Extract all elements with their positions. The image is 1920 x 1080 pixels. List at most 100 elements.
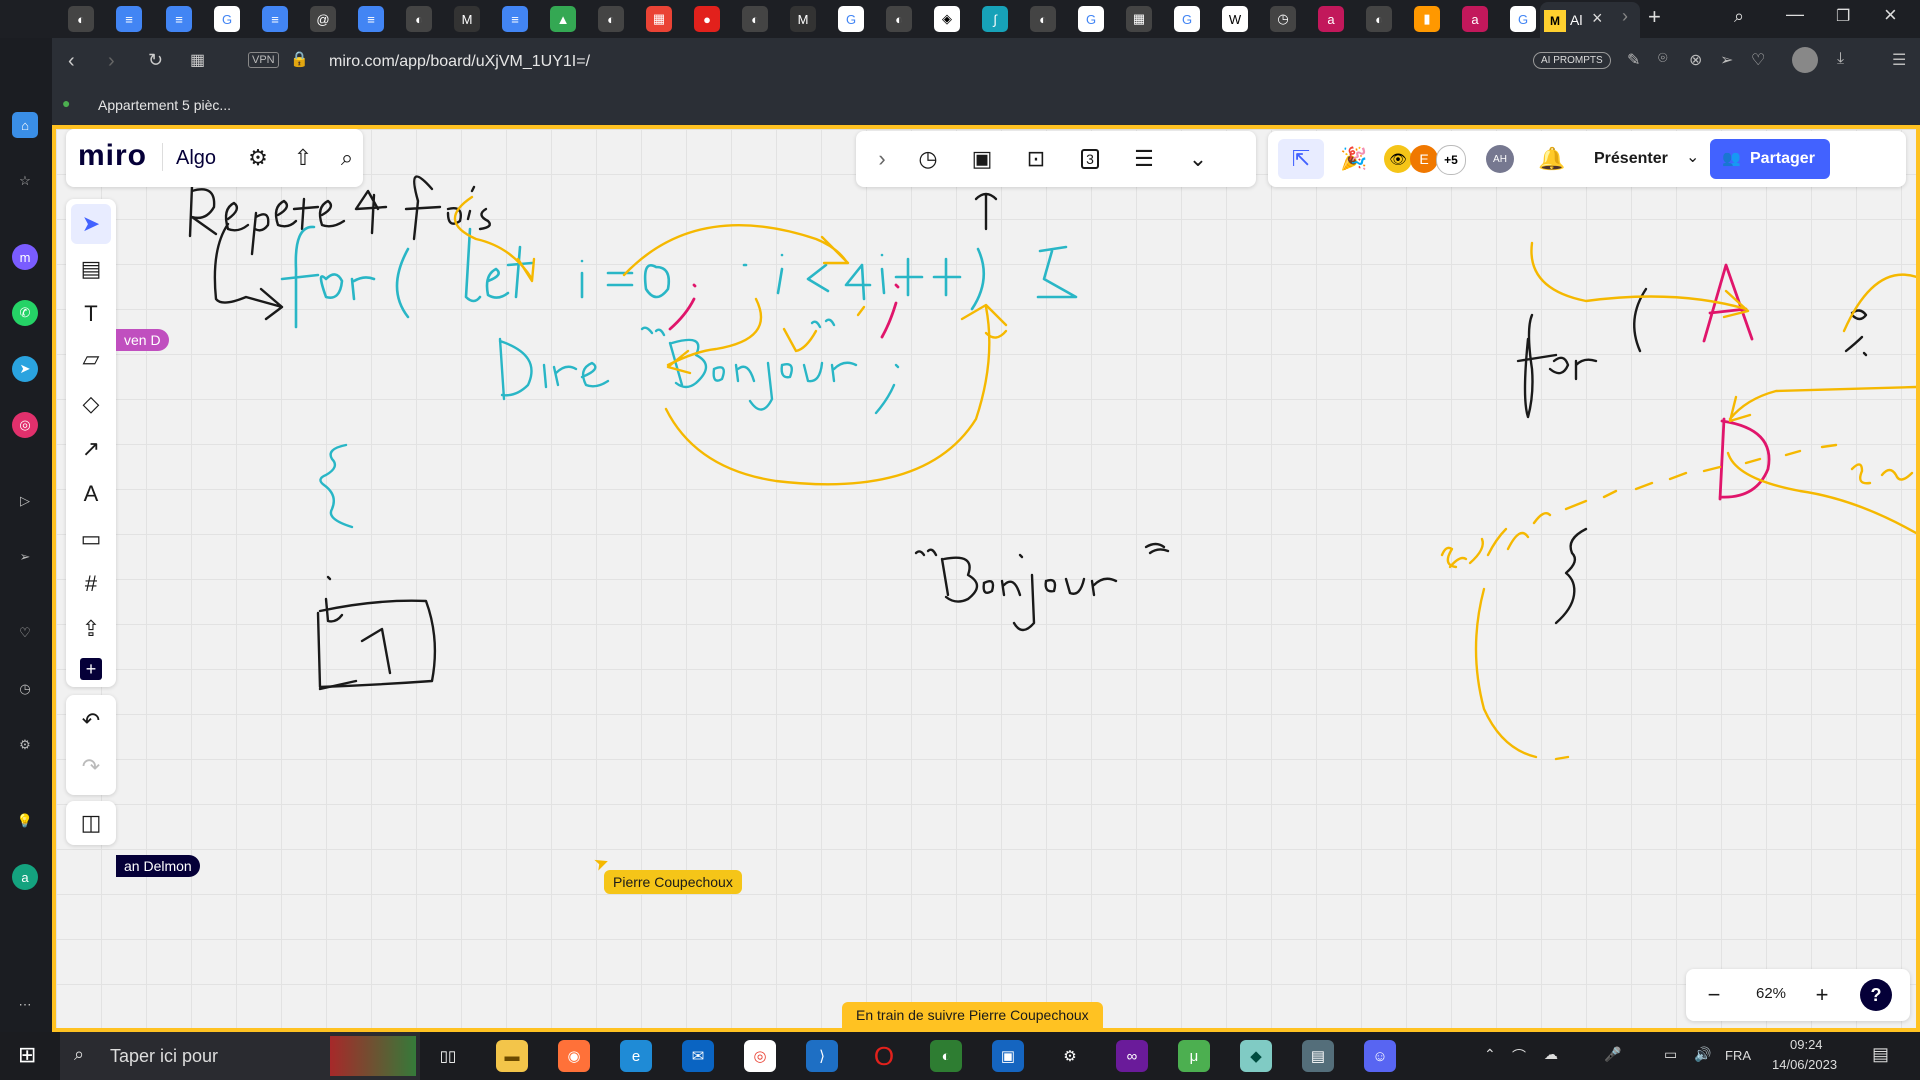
settings-icon[interactable]: ⚙ xyxy=(241,141,275,175)
export-icon[interactable]: ⇧ xyxy=(286,141,320,175)
templates-icon[interactable]: ▤ xyxy=(71,249,111,289)
star-icon[interactable]: ☆ xyxy=(12,168,38,194)
google-tab-icon[interactable]: G xyxy=(1174,6,1200,32)
chevron-up-icon[interactable]: ⌃ xyxy=(1484,1046,1496,1063)
tabs-grid-icon[interactable]: ▦ xyxy=(190,50,205,70)
settings-icon[interactable]: ⚙ xyxy=(12,732,38,758)
search-icon[interactable]: ⌕ xyxy=(1734,6,1744,27)
more-icon[interactable]: ⋯ xyxy=(12,992,38,1018)
tab-icon[interactable]: ◷ xyxy=(1270,6,1296,32)
tab-icon[interactable]: ▦ xyxy=(646,6,672,32)
tab-icon[interactable]: ◐ xyxy=(1366,6,1392,32)
app-icon[interactable]: ▤ xyxy=(1302,1040,1334,1072)
network-icon[interactable]: ⌒ xyxy=(1512,1046,1526,1066)
language-indicator[interactable]: FRA xyxy=(1725,1048,1751,1063)
back-icon[interactable]: ‹ xyxy=(68,50,75,73)
camera-icon[interactable]: ⌾ xyxy=(1658,50,1668,68)
profile-icon[interactable] xyxy=(1792,47,1818,73)
edit-icon[interactable]: ✎ xyxy=(1627,50,1640,70)
mic-icon[interactable]: 🎤 xyxy=(1604,1046,1621,1063)
tab-icon[interactable]: M xyxy=(454,6,480,32)
lightbulb-icon[interactable]: 💡 xyxy=(12,808,38,834)
chevron-right-icon[interactable]: › xyxy=(1622,6,1628,27)
discord-icon[interactable]: ☺ xyxy=(1364,1040,1396,1072)
tab-icon[interactable]: ◐ xyxy=(68,6,94,32)
miro-logo[interactable]: miro xyxy=(78,139,147,173)
docs-tab-icon[interactable]: ≡ xyxy=(262,6,288,32)
docs-tab-icon[interactable]: ≡ xyxy=(502,6,528,32)
frame-tool-icon[interactable]: # xyxy=(71,564,111,604)
chevron-down-icon[interactable]: ⌄ xyxy=(1686,147,1699,167)
close-window-icon[interactable]: × xyxy=(1884,2,1897,28)
tab-icon[interactable]: @ xyxy=(310,6,336,32)
cursor-reaction-icon[interactable]: ⇱ xyxy=(1278,139,1324,179)
undo-icon[interactable]: ↶ xyxy=(71,701,111,741)
zoom-in-icon[interactable]: + xyxy=(1804,977,1840,1013)
new-tab-icon[interactable]: + xyxy=(1648,4,1661,30)
block-icon[interactable]: ⊗ xyxy=(1689,50,1702,70)
easy-setup-icon[interactable]: ☰ xyxy=(1892,50,1906,70)
whatsapp-icon[interactable]: ✆ xyxy=(12,300,38,326)
focus-icon[interactable]: ⊡ xyxy=(1018,141,1054,177)
messenger-icon[interactable]: m xyxy=(12,244,38,270)
volume-icon[interactable]: 🔊 xyxy=(1694,1046,1711,1063)
url-text[interactable]: miro.com/app/board/uXjVM_1UY1I=/ xyxy=(329,53,590,71)
photos-icon[interactable]: ▣ xyxy=(992,1040,1024,1072)
tab-icon[interactable]: ● xyxy=(694,6,720,32)
add-frame-icon[interactable]: ▣ xyxy=(964,141,1000,177)
docs-tab-icon[interactable]: ≡ xyxy=(166,6,192,32)
notifications-icon[interactable]: ▤ xyxy=(1872,1044,1889,1065)
miro-board-canvas[interactable]: miro Algo ⚙ ⇧ ⌕ › ◷ ▣ ⊡ 3 ☰ ⌄ ⇱ 🎉 👁 E +5… xyxy=(52,125,1920,1032)
player-icon[interactable]: ▷ xyxy=(12,488,38,514)
battery-icon[interactable]: ▭ xyxy=(1664,1046,1677,1063)
tab-icon[interactable]: ▦ xyxy=(1126,6,1152,32)
ai-prompts-button[interactable]: AI PROMPTS xyxy=(1533,52,1611,69)
forward-icon[interactable]: › xyxy=(108,50,115,73)
telegram-icon[interactable]: ➤ xyxy=(12,356,38,382)
mail-icon[interactable]: ✉ xyxy=(682,1040,714,1072)
tab-icon[interactable]: ∫ xyxy=(982,6,1008,32)
heart-icon[interactable]: ♡ xyxy=(12,620,38,646)
restore-icon[interactable]: ❐ xyxy=(1836,6,1850,26)
clock-date[interactable]: 14/06/2023 xyxy=(1772,1057,1837,1072)
zoom-level[interactable]: 62% xyxy=(1756,985,1786,1002)
board-name[interactable]: Algo xyxy=(176,147,216,170)
avatar[interactable]: AH xyxy=(1486,145,1514,173)
reload-icon[interactable]: ↻ xyxy=(148,50,163,71)
tab-icon[interactable]: a xyxy=(1462,6,1488,32)
google-tab-icon[interactable]: G xyxy=(214,6,240,32)
timer-icon[interactable]: ◷ xyxy=(910,141,946,177)
google-tab-icon[interactable]: G xyxy=(1078,6,1104,32)
app-icon[interactable]: ∞ xyxy=(1116,1040,1148,1072)
file-explorer-icon[interactable]: ▬ xyxy=(496,1040,528,1072)
select-tool-icon[interactable]: ➤ xyxy=(71,204,111,244)
edge-icon[interactable]: e xyxy=(620,1040,652,1072)
celebrate-icon[interactable]: 🎉 xyxy=(1334,139,1374,179)
google-tab-icon[interactable]: G xyxy=(1510,6,1536,32)
windows-start-icon[interactable]: ⊞ xyxy=(18,1042,36,1068)
send-icon[interactable]: ➢ xyxy=(1720,50,1733,70)
settings-icon[interactable]: ⚙ xyxy=(1054,1040,1086,1072)
arrow-tool-icon[interactable]: ↗ xyxy=(71,429,111,469)
minimize-icon[interactable]: — xyxy=(1786,4,1804,25)
expand-chevron-icon[interactable]: › xyxy=(864,141,900,177)
docs-tab-icon[interactable]: ≡ xyxy=(358,6,384,32)
heart-icon[interactable]: ♡ xyxy=(1751,50,1765,70)
more-tools-icon[interactable]: + xyxy=(71,654,111,684)
text-tool-icon[interactable]: T xyxy=(71,294,111,334)
follow-banner[interactable]: En train de suivre Pierre Coupechoux xyxy=(842,1002,1103,1028)
shapes-icon[interactable]: ◇ xyxy=(71,384,111,424)
send-icon[interactable]: ➢ xyxy=(12,544,38,570)
chrome-icon[interactable]: ◎ xyxy=(744,1040,776,1072)
home-icon[interactable]: ⌂ xyxy=(12,112,38,138)
download-icon[interactable]: ⤓ xyxy=(1837,50,1844,68)
instagram-icon[interactable]: ◎ xyxy=(12,412,38,438)
cloud-icon[interactable]: ☁ xyxy=(1544,1046,1558,1063)
zoom-out-icon[interactable]: − xyxy=(1696,977,1732,1013)
clock-time[interactable]: 09:24 xyxy=(1790,1037,1823,1052)
drive-tab-icon[interactable]: ▲ xyxy=(550,6,576,32)
task-view-icon[interactable]: ▯▯ xyxy=(432,1040,464,1072)
vscode-icon[interactable]: ⟩ xyxy=(806,1040,838,1072)
tab-icon[interactable]: ◐ xyxy=(742,6,768,32)
close-tab-icon[interactable]: × xyxy=(1592,8,1603,29)
